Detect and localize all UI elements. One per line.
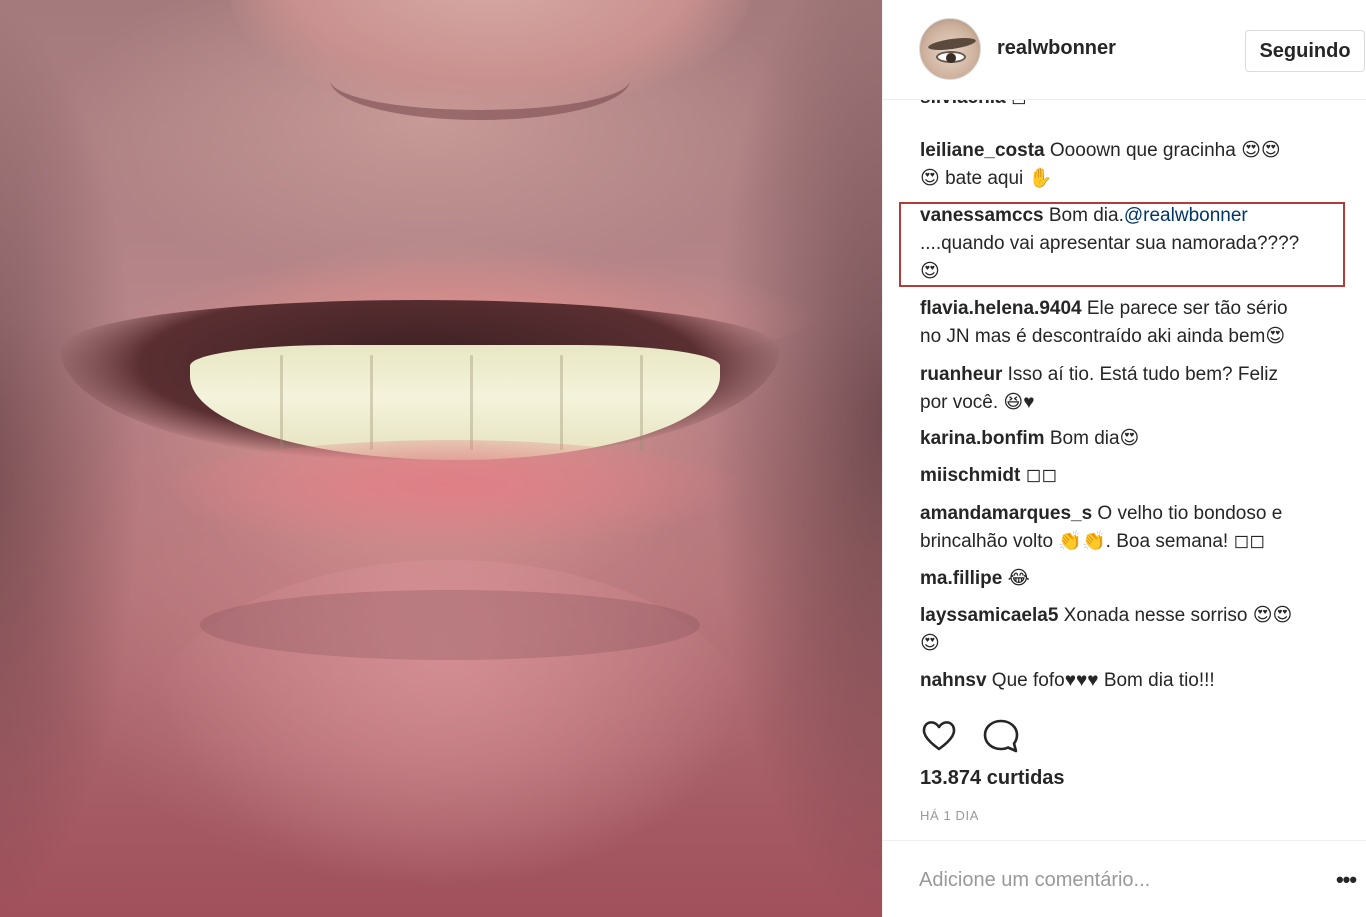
comment-text: Bom dia😍	[1044, 428, 1140, 449]
comment-text-continued: 😍	[920, 261, 940, 282]
comment-item: layssamicaela5 Xonada nesse sorriso 😍😍 😍	[920, 602, 1340, 658]
username-link[interactable]: realwbonner	[997, 37, 1116, 60]
comment-author[interactable]: ruanheur	[920, 364, 1002, 385]
heart-outline-icon	[922, 721, 956, 751]
comment-item: nahnsv Que fofo♥♥♥ Bom dia tio!!!	[920, 667, 1340, 695]
likes-count[interactable]: 13.874 curtidas	[920, 767, 1065, 790]
comment-author[interactable]: ma.fillipe	[920, 568, 1002, 589]
comment-text-continued: ....quando vai apresentar sua namorada??…	[920, 233, 1300, 254]
comment-item: miischmidt ◻◻	[920, 462, 1340, 490]
comment-item-highlighted: vanessamccs Bom dia.@realwbonner ....qua…	[920, 202, 1340, 286]
comment-author[interactable]: silviachia	[920, 100, 1006, 108]
comment-text-continued: 😍 bate aqui ✋	[920, 168, 1053, 189]
comment-text: 😂	[1002, 568, 1030, 589]
comment-author[interactable]: vanessamccs	[920, 205, 1044, 226]
comment-author[interactable]: karina.bonfim	[920, 428, 1045, 449]
comment-item: karina.bonfim Bom dia😍	[920, 425, 1340, 453]
comment-text-continued: por você. 😆♥	[920, 392, 1035, 413]
comment-author[interactable]: nahnsv	[920, 670, 987, 691]
comment-text-continued: no JN mas é descontraído aki ainda bem😍	[920, 326, 1286, 347]
comment-input[interactable]	[919, 865, 1299, 895]
avatar[interactable]	[919, 18, 981, 80]
post-photo	[0, 0, 882, 917]
comment-text: Oooown que gracinha 😍😍	[1044, 140, 1281, 161]
comment-item: ma.fillipe 😂	[920, 565, 1340, 593]
comment-item: ruanheur Isso aí tio. Está tudo bem? Fel…	[920, 361, 1340, 417]
comment-author[interactable]: miischmidt	[920, 465, 1020, 486]
comment-text: Bom dia.	[1043, 205, 1124, 226]
mention-link[interactable]: @realwbonner	[1124, 205, 1248, 226]
following-button[interactable]: Seguindo	[1245, 30, 1365, 72]
comment-text-continued: brincalhão volto 👏👏. Boa semana! ◻◻	[920, 531, 1266, 552]
comment-text: ◻	[1006, 100, 1027, 108]
comment-item: flavia.helena.9404 Ele parece ser tão sé…	[920, 295, 1340, 351]
comment-item: leiliane_costa Oooown que gracinha 😍😍 😍 …	[920, 137, 1340, 193]
comment-text-continued: 😍	[920, 633, 940, 654]
comment-text: O velho tio bondoso e	[1092, 503, 1283, 524]
comment-author[interactable]: leiliane_costa	[920, 140, 1045, 161]
post-side-panel: realwbonner Seguindo silviachia ◻ leilia…	[882, 0, 1366, 917]
comment-text: Isso aí tio. Está tudo bem? Feliz	[1002, 364, 1278, 385]
comment-author[interactable]: amandamarques_s	[920, 503, 1092, 524]
ellipsis-icon: •••	[1335, 867, 1357, 892]
like-button[interactable]	[919, 716, 959, 756]
comment-author[interactable]: layssamicaela5	[920, 605, 1058, 626]
comment-button[interactable]	[981, 716, 1021, 756]
add-comment-bar: •••	[883, 840, 1366, 917]
comment-text: ◻◻	[1020, 465, 1058, 486]
comment-author[interactable]: flavia.helena.9404	[920, 298, 1082, 319]
comment-item: silviachia ◻	[920, 100, 1340, 112]
post-timestamp[interactable]: HÁ 1 DIA	[920, 808, 979, 823]
comment-text: Xonada nesse sorriso 😍😍	[1058, 605, 1293, 626]
comment-text: Ele parece ser tão sério	[1081, 298, 1288, 319]
comments-list[interactable]: silviachia ◻ leiliane_costa Oooown que g…	[883, 100, 1366, 700]
comment-item: amandamarques_s O velho tio bondoso e br…	[920, 500, 1340, 556]
speech-bubble-icon	[983, 719, 1019, 753]
more-options-button[interactable]: •••	[1329, 863, 1363, 897]
comment-text: Que fofo♥♥♥ Bom dia tio!!!	[986, 670, 1215, 691]
post-header: realwbonner Seguindo	[883, 0, 1366, 100]
